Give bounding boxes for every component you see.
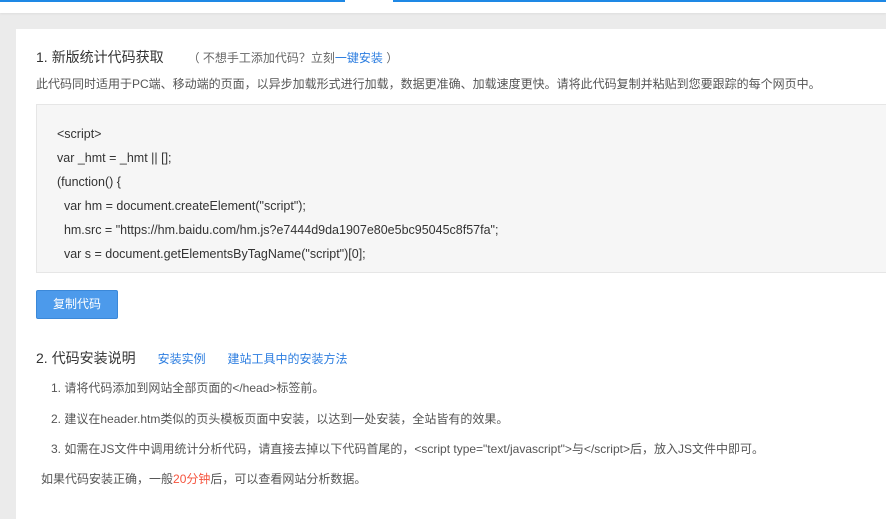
section1-hint: （ 不想手工添加代码？立刻一键安装 ）	[188, 51, 399, 65]
hint-text: （ 不想手工添加代码？立刻	[187, 51, 335, 65]
code-line: var _hmt = _hmt || [];	[57, 151, 172, 165]
step-item: 1. 请将代码添加到网站全部页面的</head>标签前。	[51, 381, 325, 395]
tab-indicator-right	[393, 0, 886, 2]
step-item: 3. 如需在JS文件中调用统计分析代码，请直接去掉以下代码首尾的，<script…	[51, 442, 764, 456]
copy-code-button[interactable]: 复制代码	[36, 290, 118, 319]
one-click-install-link[interactable]: 一键安装	[335, 51, 383, 65]
section-number: 2.	[36, 350, 48, 366]
code-box[interactable]: <script> var _hmt = _hmt || []; (functio…	[36, 104, 886, 273]
code-line: <script>	[57, 127, 102, 141]
top-tab-bar	[0, 0, 886, 13]
tab-indicator-left	[0, 0, 345, 2]
section-title: 新版统计代码获取	[51, 49, 164, 65]
content-panel: 1. 新版统计代码获取 （ 不想手工添加代码？立刻一键安装 ） 此代码同时适用于P…	[16, 29, 886, 519]
section1-description: 此代码同时适用于PC端、移动端的页面，以异步加载形式进行加载，数据更准确、加载速…	[36, 77, 821, 91]
hint-suffix: ）	[382, 51, 399, 65]
code-line: var hm = document.createElement("script"…	[57, 199, 306, 213]
step-item: 2. 建议在header.htm类似的页头模板页面中安装，以达到一处安装，全站皆…	[51, 412, 509, 426]
site-builder-install-link[interactable]: 建站工具中的安装方法	[227, 352, 347, 366]
code-line: (function() {	[57, 175, 121, 189]
note-text: 如果代码安装正确，一般	[41, 472, 174, 486]
section2-heading: 2. 代码安装说明 安装实例 建站工具中的安装方法	[36, 348, 348, 368]
code-line: hm.src = "https://hm.baidu.com/hm.js?e74…	[57, 223, 499, 237]
section-title: 代码安装说明	[51, 350, 136, 366]
install-example-link[interactable]: 安装实例	[158, 352, 206, 366]
note-suffix: 后，可以查看网站分析数据。	[210, 472, 367, 486]
code-line: var s = document.getElementsByTagName("s…	[57, 247, 366, 261]
section1-heading: 1. 新版统计代码获取 （ 不想手工添加代码？立刻一键安装 ）	[36, 47, 398, 67]
install-note: 如果代码安装正确，一般20分钟后，可以查看网站分析数据。	[41, 470, 366, 487]
note-highlight: 20分钟	[173, 472, 211, 486]
section-number: 1.	[36, 49, 48, 65]
